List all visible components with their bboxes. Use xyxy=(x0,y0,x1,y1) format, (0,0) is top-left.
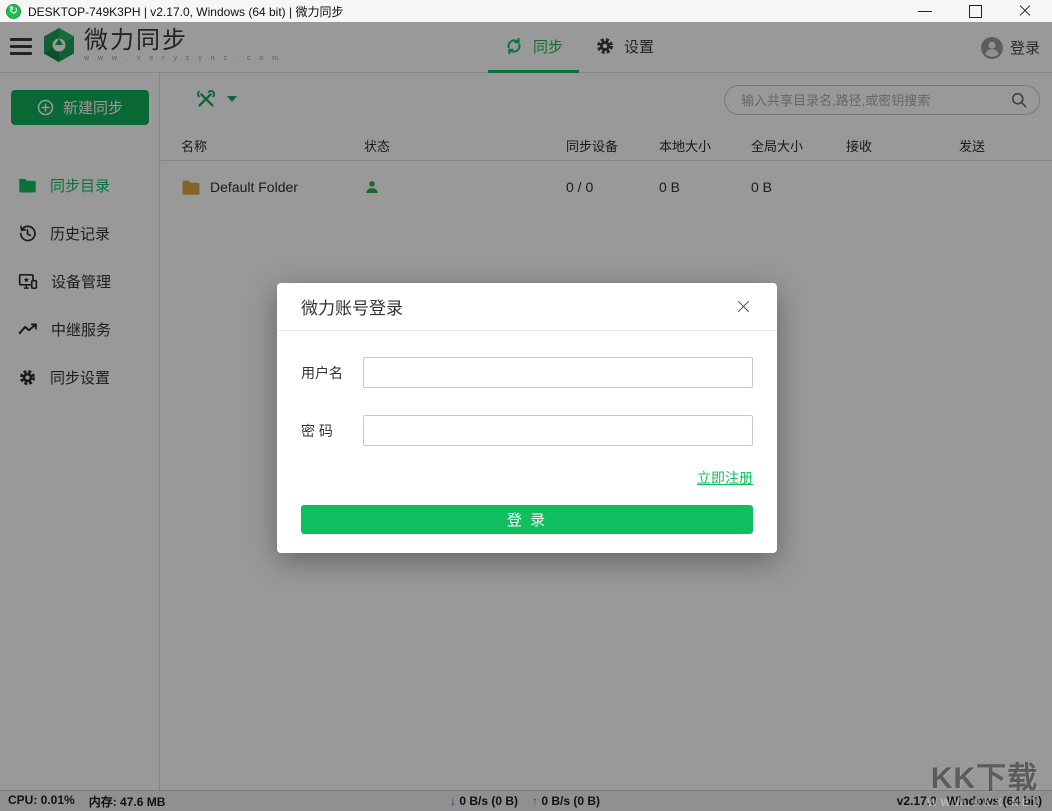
modal-title: 微力账号登录 xyxy=(301,294,403,319)
app-body: 微力同步 w w w . v e r y s y n c . c o m 同步 xyxy=(0,22,1052,811)
login-modal: 微力账号登录 用户名 密 码 立即注册 登 录 xyxy=(277,283,777,553)
window-title: DESKTOP-749K3PH | v2.17.0, Windows (64 b… xyxy=(28,3,343,20)
app-icon: ↻ xyxy=(6,4,21,19)
minimize-button[interactable] xyxy=(914,2,936,20)
maximize-button[interactable] xyxy=(964,2,986,20)
username-field[interactable] xyxy=(363,357,753,388)
login-button[interactable]: 登 录 xyxy=(301,505,753,534)
app-window: ↻ DESKTOP-749K3PH | v2.17.0, Windows (64… xyxy=(0,0,1052,811)
close-button[interactable] xyxy=(1014,2,1036,20)
username-label: 用户名 xyxy=(301,363,363,383)
password-label: 密 码 xyxy=(301,421,363,441)
password-field[interactable] xyxy=(363,415,753,446)
window-titlebar: ↻ DESKTOP-749K3PH | v2.17.0, Windows (64… xyxy=(0,0,1052,22)
modal-close-icon[interactable] xyxy=(735,298,753,316)
register-link[interactable]: 立即注册 xyxy=(697,470,753,486)
